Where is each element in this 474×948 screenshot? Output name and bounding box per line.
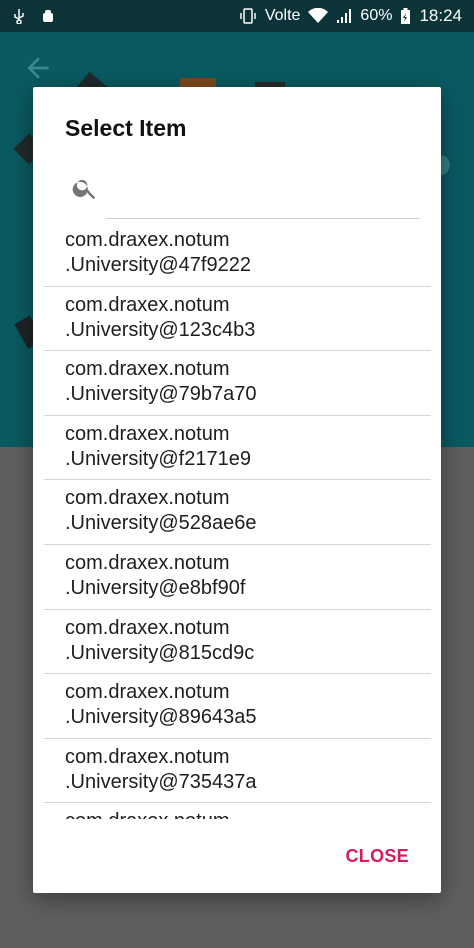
search-input[interactable] (106, 167, 420, 219)
list-item-line1: com.draxex.notum (65, 229, 230, 251)
list-item-line1: com.draxex.notum (65, 809, 431, 819)
item-list[interactable]: com.draxex.notum .University@47f9222 com.d… (44, 222, 431, 819)
signal-icon (337, 9, 352, 23)
wifi-icon (308, 8, 329, 23)
list-item-line2: .University@f2171e9 (65, 447, 251, 470)
volte-label: Volte (264, 7, 301, 24)
list-item-line2: .University@735437a (65, 770, 257, 793)
list-item[interactable]: com.draxex.notum .University@f2171e9 (44, 416, 431, 481)
list-item-line1: com.draxex.notum (65, 487, 230, 510)
vibrate-icon (240, 8, 256, 24)
close-button[interactable]: CLOSE (345, 846, 409, 867)
select-item-dialog: Select Item com.draxex.notum .University@… (33, 87, 441, 893)
list-item-line1: com.draxex.notum (65, 681, 230, 704)
list-item-line1: com.draxex.notum (65, 422, 230, 445)
status-bar: Volte 60% 18:24 (0, 0, 474, 32)
list-item-line2: .University@47f9222 (65, 254, 251, 276)
list-item[interactable]: com.draxex.notum .University@528ae6e (44, 480, 431, 545)
list-item-line1: com.draxex.notum (65, 293, 230, 316)
list-item[interactable]: com.draxex.notum (44, 803, 431, 819)
list-item[interactable]: com.draxex.notum .University@815cd9c (44, 610, 431, 675)
list-item-line1: com.draxex.notum (65, 551, 230, 574)
search-icon (72, 179, 96, 200)
list-item-line2: .University@815cd9c (65, 641, 255, 664)
clock: 18:24 (419, 6, 462, 25)
list-item-line2: .University@e8bf90f (65, 576, 246, 599)
dialog-title: Select Item (65, 115, 187, 141)
list-item[interactable]: com.draxex.notum .University@123c4b3 (44, 287, 431, 352)
list-item-line1: com.draxex.notum (65, 745, 230, 768)
battery-charging-icon (401, 8, 411, 24)
list-item-line1: com.draxex.notum (65, 358, 230, 381)
list-item[interactable]: com.draxex.notum .University@79b7a70 (44, 351, 431, 416)
list-item-line2: .University@79b7a70 (65, 383, 257, 406)
battery-percent: 60% (360, 7, 393, 24)
list-item[interactable]: com.draxex.notum .University@47f9222 (44, 222, 431, 287)
list-item[interactable]: com.draxex.notum .University@e8bf90f (44, 545, 431, 610)
list-item-line1: com.draxex.notum (65, 616, 230, 639)
usb-icon (14, 9, 24, 24)
list-item-line2: .University@123c4b3 (65, 318, 256, 341)
android-debug-icon (43, 10, 53, 22)
list-item-line2: .University@528ae6e (65, 512, 257, 535)
list-item-line2: .University@89643a5 (65, 706, 257, 729)
list-item[interactable]: com.draxex.notum .University@89643a5 (44, 674, 431, 739)
list-item[interactable]: com.draxex.notum .University@735437a (44, 739, 431, 804)
